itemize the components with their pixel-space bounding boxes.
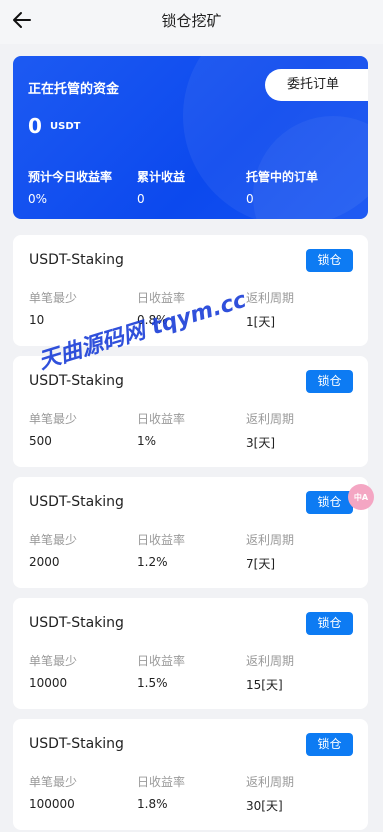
min-amount-label: 单笔最少 bbox=[29, 775, 78, 789]
min-amount-value: 100000 bbox=[29, 797, 75, 811]
min-amount-value: 10 bbox=[29, 313, 45, 327]
daily-rate-label: 日收益率 bbox=[137, 654, 186, 668]
custody-unit: USDT bbox=[50, 121, 81, 132]
min-amount-label: 单笔最少 bbox=[29, 412, 78, 426]
expected-rate-value: 0% bbox=[28, 192, 48, 206]
daily-rate-label: 日收益率 bbox=[137, 775, 186, 789]
daily-rate-label: 日收益率 bbox=[137, 533, 186, 547]
period-value: 1[天] bbox=[246, 315, 275, 329]
product-name: USDT-Staking bbox=[29, 615, 124, 631]
expected-rate-label: 预计今日收益率 bbox=[28, 170, 113, 184]
min-amount-value: 2000 bbox=[29, 555, 60, 569]
lock-button[interactable]: 锁仓 bbox=[306, 612, 353, 635]
translate-icon: 中A bbox=[353, 492, 369, 502]
min-amount-value: 10000 bbox=[29, 676, 68, 690]
staking-product-card: USDT-Staking 锁仓 单笔最少 日收益率 返利周期 100000 1.… bbox=[13, 719, 368, 830]
period-value: 30[天] bbox=[246, 799, 283, 813]
period-value: 3[天] bbox=[246, 436, 275, 450]
daily-rate-value: 1.5% bbox=[137, 676, 168, 690]
active-orders-label: 托管中的订单 bbox=[246, 170, 319, 184]
custody-summary-card: 正在托管的资金 0 USDT 委托订单 预计今日收益率 0% 累计收益 0 托管… bbox=[13, 56, 368, 219]
custody-funds-label: 正在托管的资金 bbox=[28, 82, 120, 97]
staking-product-card: USDT-Staking 锁仓 单笔最少 日收益率 返利周期 500 1% 3[… bbox=[13, 356, 368, 467]
product-name: USDT-Staking bbox=[29, 736, 124, 752]
entrust-orders-button[interactable]: 委托订单 bbox=[265, 69, 368, 101]
period-value: 7[天] bbox=[246, 557, 275, 571]
period-label: 返利周期 bbox=[246, 533, 295, 547]
total-earnings-label: 累计收益 bbox=[137, 170, 186, 184]
product-name: USDT-Staking bbox=[29, 252, 124, 268]
min-amount-label: 单笔最少 bbox=[29, 654, 78, 668]
lock-button[interactable]: 锁仓 bbox=[306, 733, 353, 756]
period-label: 返利周期 bbox=[246, 654, 295, 668]
period-label: 返利周期 bbox=[246, 412, 295, 426]
custody-amount: 0 bbox=[28, 114, 42, 138]
period-label: 返利周期 bbox=[246, 775, 295, 789]
active-orders-value: 0 bbox=[246, 192, 254, 206]
translate-float-button[interactable]: 中A bbox=[348, 484, 374, 510]
staking-product-card: USDT-Staking 锁仓 单笔最少 日收益率 返利周期 2000 1.2%… bbox=[13, 477, 368, 588]
lock-button[interactable]: 锁仓 bbox=[306, 249, 353, 272]
total-earnings-value: 0 bbox=[137, 192, 145, 206]
daily-rate-value: 1.8% bbox=[137, 797, 168, 811]
min-amount-value: 500 bbox=[29, 434, 52, 448]
period-label: 返利周期 bbox=[246, 291, 295, 305]
staking-product-card: USDT-Staking 锁仓 单笔最少 日收益率 返利周期 10000 1.5… bbox=[13, 598, 368, 709]
product-name: USDT-Staking bbox=[29, 494, 124, 510]
daily-rate-value: 1.2% bbox=[137, 555, 168, 569]
min-amount-label: 单笔最少 bbox=[29, 291, 78, 305]
min-amount-label: 单笔最少 bbox=[29, 533, 78, 547]
daily-rate-label: 日收益率 bbox=[137, 412, 186, 426]
period-value: 15[天] bbox=[246, 678, 283, 692]
lock-button[interactable]: 锁仓 bbox=[306, 370, 353, 393]
lock-button[interactable]: 锁仓 bbox=[306, 491, 353, 514]
daily-rate-value: 1% bbox=[137, 434, 157, 448]
top-bar: 锁仓挖矿 bbox=[0, 0, 383, 44]
page-title: 锁仓挖矿 bbox=[161, 12, 222, 30]
